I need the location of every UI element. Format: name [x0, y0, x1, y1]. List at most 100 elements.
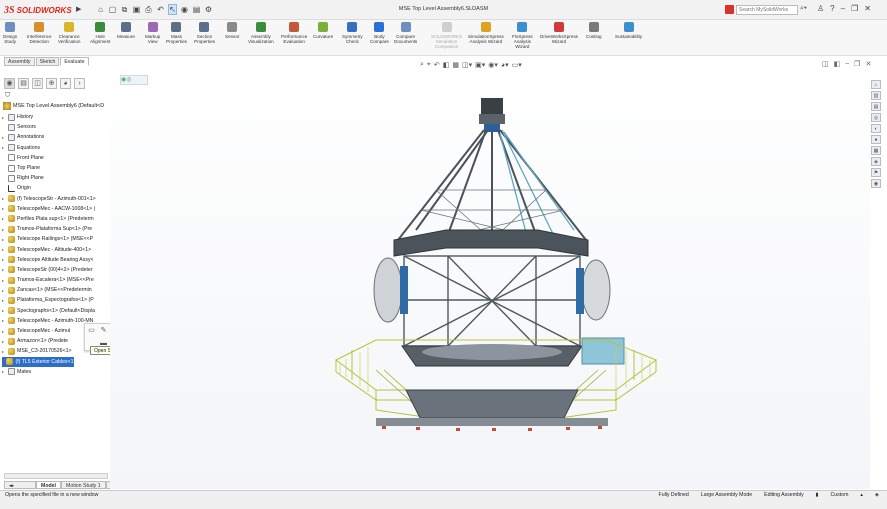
viewport-tile-icon[interactable]: ◫	[822, 60, 829, 68]
mysolidworks-icon[interactable]	[725, 5, 734, 14]
open-subassembly-icon[interactable]: ▭	[87, 326, 96, 335]
ribbon-item-15[interactable]: SOLIDWORKS Simulation Companion	[431, 22, 462, 54]
ribbon-item-20[interactable]: Sustainability	[615, 22, 642, 54]
ribbon-item-11[interactable]: Curvature	[313, 22, 333, 54]
tree-item[interactable]: ▸ Zancas<1> (MSE<<Predetermin	[2, 285, 110, 295]
viewport-minimize-icon[interactable]: –	[845, 60, 849, 68]
tree-root-assembly[interactable]: MSE Top Level Assembly6 (Default<D	[3, 102, 104, 110]
dynamic-annotation-icon[interactable]: ▦	[452, 61, 459, 69]
flyout-tree-button[interactable]: ◉◎	[120, 75, 148, 85]
ribbon-item-8[interactable]: Sensor	[225, 22, 240, 54]
viewport-restore-icon[interactable]: ❐	[854, 60, 860, 68]
tree-item[interactable]: ▸ Telescope Altitude Bearing Assy<	[2, 255, 110, 265]
tab-scroll-arrows-icon[interactable]: ◂▸	[4, 481, 36, 489]
ribbon-item-13[interactable]: Body Compare	[370, 22, 389, 54]
restore-icon[interactable]: ❐	[851, 4, 858, 13]
feature-tree-tab-icon[interactable]: ◉	[4, 78, 15, 89]
ribbon-item-2[interactable]: Clearance Verification	[58, 22, 80, 54]
dimxpert-tab-icon[interactable]: ⊕	[46, 78, 57, 89]
tree-item[interactable]: ▸ Mates	[2, 367, 110, 377]
tree-item[interactable]: ▸ TelescopeMec - AACW-1008<1> (	[2, 204, 110, 214]
zoom-to-fit-icon[interactable]: ⌕	[420, 61, 424, 69]
configuration-manager-tab-icon[interactable]: ◫	[32, 78, 43, 89]
tab-evaluate[interactable]: Evaluate	[60, 57, 89, 66]
tree-item[interactable]: ▸ Equations	[2, 143, 110, 153]
tab-motion-study-1[interactable]: Motion Study 1	[61, 481, 106, 489]
ribbon-item-9[interactable]: Assembly Visualization	[248, 22, 274, 54]
viewport-close-icon[interactable]: ✕	[865, 60, 871, 68]
tree-item[interactable]: ▸ Spectographs<1> (Default<Displa	[2, 306, 110, 316]
tree-item[interactable]: ▸ History	[2, 112, 110, 122]
view-palette-icon[interactable]: ◐	[871, 124, 881, 133]
tree-item[interactable]: Origin	[2, 183, 110, 193]
section-view-icon[interactable]: ◧	[443, 61, 450, 69]
right-altitude-bearing	[581, 259, 611, 321]
more-tabs-icon[interactable]: ›	[74, 78, 85, 89]
tree-item[interactable]: ▸ Annotations	[2, 132, 110, 142]
hide-show-items-icon[interactable]: ◉▾	[488, 61, 498, 69]
user-icon[interactable]: ♙	[817, 4, 824, 13]
ribbon-item-4[interactable]: Measure	[117, 22, 135, 54]
edit-appearance-icon[interactable]: ◕▾	[501, 61, 509, 69]
ribbon-item-10[interactable]: Performance Evaluation	[281, 22, 307, 54]
ribbon-item-16[interactable]: SimulationXpress Analysis Wizard	[468, 22, 504, 54]
tab-sketch[interactable]: Sketch	[35, 57, 60, 66]
edit-component-icon[interactable]: ✎	[99, 326, 108, 335]
3d-experience-icon[interactable]: ◉	[871, 179, 881, 188]
ribbon-item-6[interactable]: Mass Properties	[166, 22, 187, 54]
tree-item[interactable]: ▸ Plataforma_Espectografos<1> (P	[2, 295, 110, 305]
tree-item[interactable]: ▸ Telescope Railings<1> (MSE<<P	[2, 234, 110, 244]
custom-properties-icon[interactable]: ▦	[871, 146, 881, 155]
ribbon-item-17[interactable]: FloXpress Analysis Wizard	[512, 22, 533, 54]
telescope-3d-model[interactable]	[316, 90, 671, 438]
filter-icon[interactable]: ⛉	[5, 92, 10, 100]
tree-item[interactable]: ▸ TelescopeStr (00)4<2> (Predeter	[2, 265, 110, 275]
tree-item[interactable]: ▸ Tramos-Plataforma Sup<1> (Pre	[2, 224, 110, 234]
zoom-to-area-icon[interactable]: ⌖	[427, 61, 431, 69]
display-style-icon[interactable]: ▣▾	[475, 61, 485, 69]
tree-item[interactable]: ▸(f) TL5 Exterior Cables<1> <> (De	[2, 356, 74, 367]
view-orientation-icon[interactable]: ◫▾	[462, 61, 472, 69]
solidworks-resources-icon[interactable]: ⌂	[871, 80, 881, 89]
ribbon-item-1[interactable]: Interference Detection	[27, 22, 52, 54]
property-manager-tab-icon[interactable]: ▤	[18, 78, 29, 89]
appearances-icon[interactable]: ●	[871, 135, 881, 144]
display-manager-tab-icon[interactable]: ◕	[60, 78, 71, 89]
design-library-icon[interactable]: ▥	[871, 91, 881, 100]
ribbon-item-5[interactable]: Markup View	[145, 22, 160, 54]
tree-item[interactable]: Sensors	[2, 122, 110, 132]
tree-item[interactable]: ▸ Perfiles Plata sup<1> (Predeterm	[2, 214, 110, 224]
tab-model[interactable]: Model	[36, 481, 61, 489]
tree-item[interactable]: ▸ TelescopeMec - Altitude-400<1>	[2, 244, 110, 254]
ribbon-item-0[interactable]: Design Study	[3, 22, 17, 54]
view-settings-icon[interactable]: ▭▾	[512, 61, 522, 69]
search-icon[interactable]: ⌕▾	[800, 5, 814, 15]
minimize-icon[interactable]: –	[841, 4, 845, 13]
previous-view-icon[interactable]: ↶	[434, 61, 440, 69]
unit-system-selector[interactable]: Custom	[831, 492, 849, 498]
tree-item[interactable]: Top Plane	[2, 163, 110, 173]
search-3dcontent-icon[interactable]: ◎	[871, 113, 881, 122]
tree-item[interactable]: Front Plane	[2, 153, 110, 163]
ribbon-item-19[interactable]: Costing	[586, 22, 602, 54]
tree-horizontal-scrollbar[interactable]	[4, 473, 108, 479]
forum-icon[interactable]: ◈	[871, 157, 881, 166]
viewport-split-icon[interactable]: ◧	[834, 60, 841, 68]
ribbon-item-3[interactable]: Hole Alignment	[90, 22, 110, 54]
solidworks-forum-icon[interactable]: ⚑	[871, 168, 881, 177]
close-icon[interactable]: ✕	[864, 4, 871, 13]
search-input[interactable]	[736, 5, 798, 15]
ribbon-item-7[interactable]: Section Properties	[194, 22, 215, 54]
unit-dropdown-icon[interactable]: ▴	[860, 492, 863, 498]
ribbon-item-14[interactable]: Compare Documents	[394, 22, 417, 54]
status-help-icon[interactable]: ◈	[875, 492, 879, 498]
status-rebuild-icon[interactable]: ▮	[816, 492, 819, 498]
tree-item[interactable]: ▸ Tramos-Escalera<1> (MSE<<Pre	[2, 275, 110, 285]
ribbon-item-12[interactable]: Symmetry Check	[342, 22, 363, 54]
file-explorer-icon[interactable]: ▤	[871, 102, 881, 111]
help-icon[interactable]: ?	[830, 4, 834, 13]
ribbon-item-18[interactable]: DriveWorksXpress Wizard	[540, 22, 578, 54]
tab-assembly[interactable]: Assembly	[4, 57, 35, 66]
tree-item[interactable]: ▸ (f) TelescopeStr - Azimuth-001<1>	[2, 194, 110, 204]
tree-item[interactable]: Right Plane	[2, 173, 110, 183]
